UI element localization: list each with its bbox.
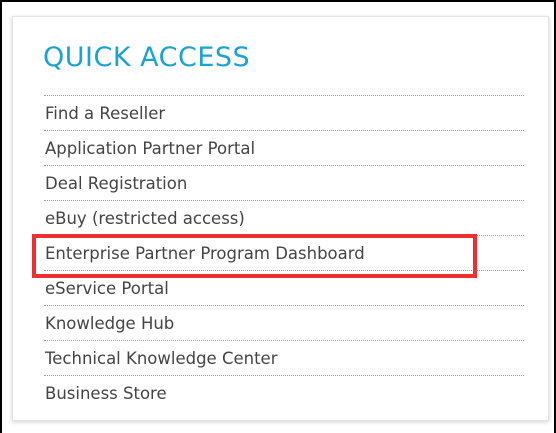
list-item: eService Portal	[44, 271, 524, 306]
list-item: Enterprise Partner Program Dashboard	[44, 236, 524, 271]
link-technical-knowledge-center[interactable]: Technical Knowledge Center	[44, 341, 278, 377]
quick-access-list: Find a Reseller Application Partner Port…	[44, 95, 524, 411]
list-item: eBuy (restricted access)	[44, 201, 524, 236]
list-item: Knowledge Hub	[44, 306, 524, 341]
list-item: Deal Registration	[44, 166, 524, 201]
list-item: Business Store	[44, 376, 524, 411]
link-find-a-reseller[interactable]: Find a Reseller	[44, 96, 165, 132]
screenshot-frame: QUICK ACCESS Find a Reseller Application…	[0, 0, 556, 433]
link-enterprise-partner-program-dashboard[interactable]: Enterprise Partner Program Dashboard	[44, 236, 365, 272]
link-business-store[interactable]: Business Store	[44, 376, 167, 412]
link-ebuy[interactable]: eBuy (restricted access)	[44, 201, 245, 237]
quick-access-title: QUICK ACCESS	[43, 42, 251, 73]
link-deal-registration[interactable]: Deal Registration	[44, 166, 187, 202]
list-item: Application Partner Portal	[44, 131, 524, 166]
link-knowledge-hub[interactable]: Knowledge Hub	[44, 306, 174, 342]
link-eservice-portal[interactable]: eService Portal	[44, 271, 169, 307]
quick-access-panel: QUICK ACCESS Find a Reseller Application…	[12, 16, 549, 421]
list-item: Technical Knowledge Center	[44, 341, 524, 376]
link-application-partner-portal[interactable]: Application Partner Portal	[44, 131, 255, 167]
list-item: Find a Reseller	[44, 96, 524, 131]
